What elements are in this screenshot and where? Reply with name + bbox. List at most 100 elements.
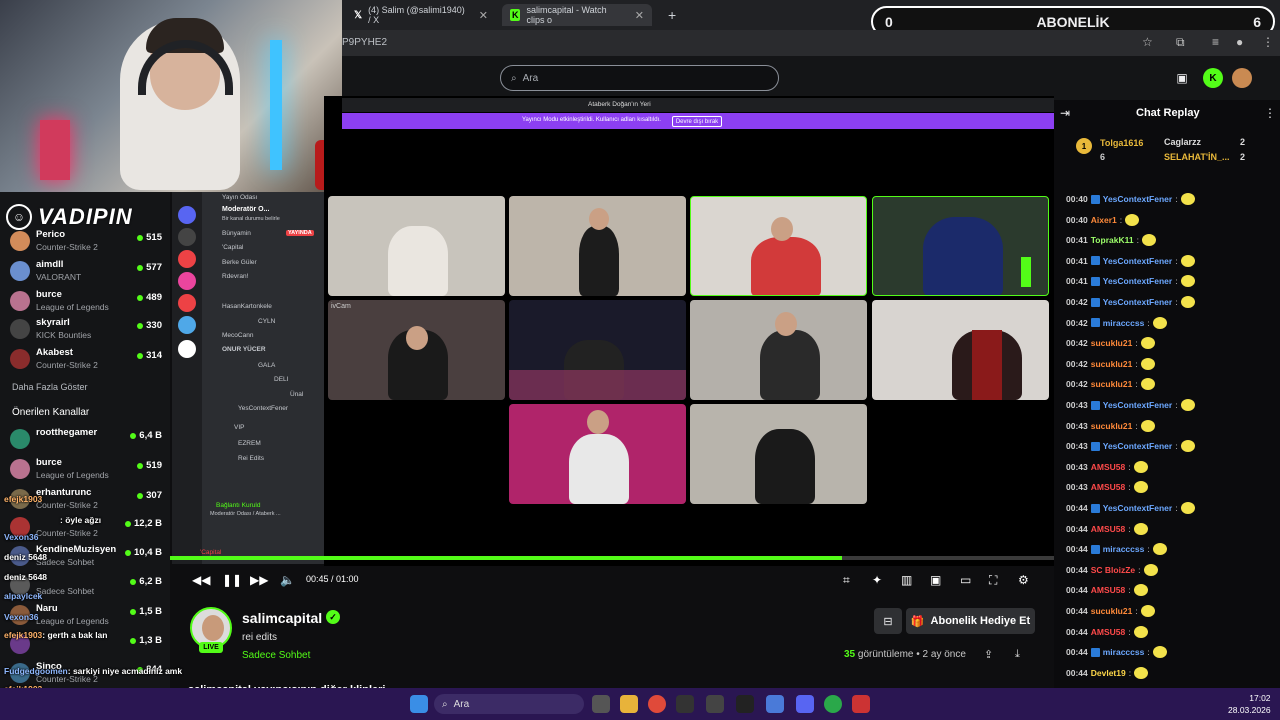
bookmark-star-icon[interactable]: ☆ [1142,35,1153,49]
app-icon[interactable] [766,695,784,713]
chat-message: 00:41 YesContextFener: [1066,254,1195,267]
voice-user[interactable]: EZREM [238,440,261,447]
video-tile[interactable] [509,300,686,400]
profile-icon[interactable]: ● [1236,35,1243,49]
kick-logo-icon[interactable]: K [1203,68,1223,88]
voice-user[interactable]: MecoCann [222,332,253,339]
rewind-icon[interactable]: ◀◀ [192,573,210,587]
app-icon[interactable] [676,695,694,713]
kick-badge-icon [1090,276,1100,286]
overlay-chat-line: efejk1903 [4,494,43,504]
folder-icon[interactable] [620,695,638,713]
video-tile[interactable]: ivCam [328,300,505,400]
task-view-icon[interactable] [592,695,610,713]
more-icon[interactable]: ⋮ [1264,106,1276,120]
channel-name[interactable]: salimcapital [242,610,322,626]
discord-server-icon[interactable] [178,228,196,246]
voice-user[interactable]: YesContextFener [238,405,288,412]
cast-icon[interactable]: ▭ [960,573,971,587]
disable-streamer-mode-button[interactable]: Devre dışı bırak [672,116,722,127]
channel-status[interactable]: Bir kanal durumu belirle [222,216,280,222]
clip-icon[interactable]: ⌗ [843,573,850,588]
voice-user[interactable]: VIP [234,424,244,431]
sidebar-channel[interactable]: skyrairl KICK Bounties 330 [10,316,162,346]
chat-message: 00:40 Aixer1: [1066,213,1140,226]
discord-server-icon[interactable] [178,206,196,224]
subscribe-small-button[interactable]: ⊟ [874,608,902,634]
start-icon[interactable] [410,695,428,713]
sidebar-channel[interactable]: Akabest Counter-Strike 2 314 [10,346,162,376]
chrome-icon[interactable] [648,695,666,713]
video-tile[interactable] [690,404,867,504]
voice-user[interactable]: Bünyamin [222,230,251,237]
share-icon[interactable]: ⇪ [984,648,993,661]
live-dot-icon [125,520,131,527]
new-tab-button[interactable]: + [660,4,680,26]
chrome-icon[interactable] [824,695,842,713]
video-tile[interactable] [872,196,1049,296]
live-badge: LIVE [199,642,223,653]
download-icon[interactable]: ⤓ [1015,648,1020,661]
voice-user[interactable]: Rdevran! [222,273,248,280]
tab-kick[interactable]: K salimcapital - Watch clips o ✕ [502,4,652,26]
voice-user[interactable]: GALA [258,362,275,369]
app-icon[interactable] [852,695,870,713]
voice-user[interactable]: Berke Güler [222,259,257,266]
discord-server-icon[interactable] [178,316,196,334]
menu-icon[interactable]: ⋮ [1262,35,1274,49]
taskbar-search[interactable]: ⌕ Ara [434,694,584,714]
tab-x[interactable]: 𝕏 (4) Salim (@salimi1940) / X ✕ [346,4,496,26]
video-tile[interactable] [690,196,867,296]
voice-user[interactable]: DELI [274,376,288,383]
voice-user[interactable]: CYLN [258,318,275,325]
sidebar-channel[interactable]: aimdll VALORANT 577 [10,258,162,288]
forward-icon[interactable]: ▶▶ [250,573,268,587]
sidebar-channel[interactable]: burce League of Legends 519 [10,456,162,486]
discord-server-icon[interactable] [178,340,196,358]
close-icon[interactable]: ✕ [479,9,488,22]
category-link[interactable]: Sadece Sohbet [242,650,310,661]
discord-server-icon[interactable] [178,250,196,268]
self-user[interactable]: 'Capital [200,549,221,556]
sidebar-channel[interactable]: burce League of Legends 489 [10,288,162,318]
extensions-icon[interactable]: ⧉ [1176,35,1185,50]
gift-subscription-button[interactable]: 🎁 Abonelik Hediye Et [906,608,1035,634]
avatar [10,261,30,281]
app-icon[interactable] [736,695,754,713]
kick-badge-icon [1090,297,1100,307]
theater-icon[interactable]: ▥ [901,573,912,587]
close-icon[interactable]: ✕ [635,9,644,22]
video-tile[interactable] [328,196,505,296]
channel-item[interactable]: Moderatör O... [222,206,269,213]
video-tile[interactable] [872,300,1049,400]
fullscreen-icon[interactable]: ⛶ [989,573,997,588]
pause-icon[interactable]: ❚❚ [222,573,242,587]
sidebar-channel[interactable]: Perico Counter-Strike 2 515 [10,228,162,258]
voice-user[interactable]: 'Capital [222,244,243,251]
voice-user[interactable]: HasanKartonkele [222,303,272,310]
sidebar-channel[interactable]: rootthegamer 6,4 B [10,426,162,456]
volume-icon[interactable]: 🔈 [280,573,295,587]
pip-icon[interactable]: ▣ [930,573,941,587]
voice-user[interactable]: Rei Edits [238,455,264,462]
discord-icon[interactable] [796,695,814,713]
search-input[interactable]: ⌕ Ara [500,65,779,91]
tv-icon[interactable]: ▣ [1172,68,1192,88]
avatar[interactable] [1232,68,1252,88]
voice-user[interactable]: ONUR YÜCER [222,346,266,353]
video-tile[interactable] [690,300,867,400]
discord-server-icon[interactable] [178,294,196,312]
address-bar[interactable] [342,30,1280,56]
settings-icon[interactable]: ⚙ [1018,573,1029,587]
discord-server-icon[interactable] [178,272,196,290]
channel-item[interactable]: Yayın Odası [222,194,257,201]
url-text[interactable]: P9PYHE2 [342,37,387,48]
voice-user[interactable]: Ünal [290,391,303,398]
video-tile[interactable] [509,196,686,296]
app-icon[interactable] [706,695,724,713]
show-more-link[interactable]: Daha Fazla Göster [12,382,88,392]
collapse-chat-icon[interactable]: ⇥ [1060,106,1070,120]
video-tile[interactable] [509,404,686,504]
sparkle-icon[interactable]: ✦ [872,573,882,587]
media-icon[interactable]: ≡ [1212,35,1219,49]
